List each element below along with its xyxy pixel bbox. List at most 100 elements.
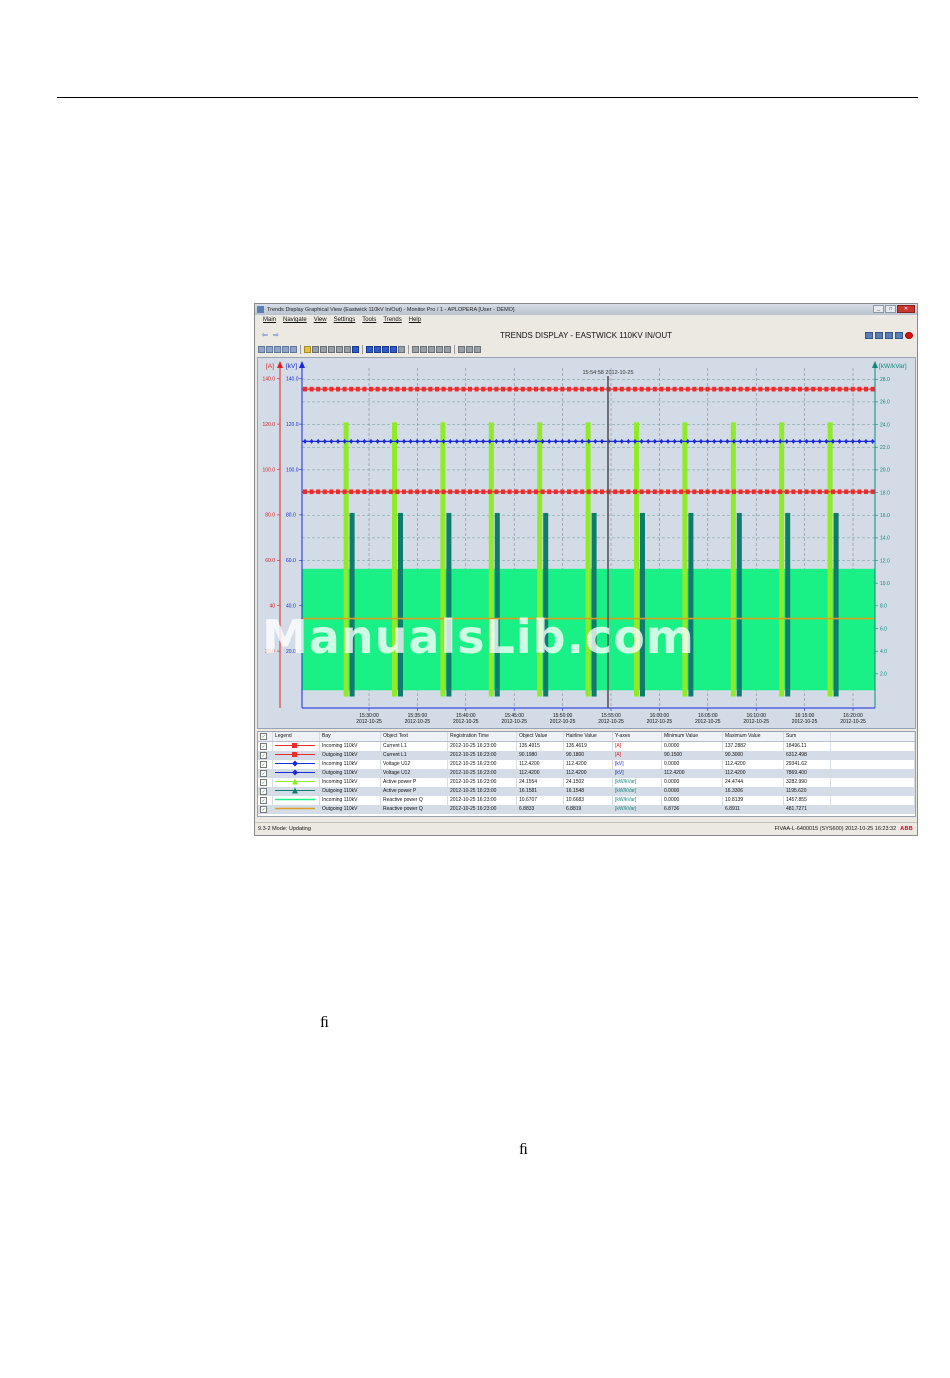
object-value-cell: 16.1581 — [516, 786, 564, 796]
table-row[interactable]: ✓ Incoming 110kV Current L1 2012-10-25 16:2… — [258, 741, 915, 751]
row-checkbox[interactable]: ✓ — [260, 778, 267, 786]
checkbox-cell[interactable]: ✓ — [258, 759, 273, 769]
table-row[interactable]: ✓ Incoming 110kV Voltage U12 2012-10-25 16:… — [258, 759, 915, 769]
table-row[interactable]: ✓ Outgoing 110kV Current L1 2012-10-25 16:2… — [258, 750, 915, 760]
active-power-outgoing-bar — [543, 512, 549, 697]
table-view-icon[interactable] — [282, 346, 289, 353]
table-row[interactable]: ✓ Outgoing 110kV Reactive power Q 2012-10-2… — [258, 804, 915, 814]
series-marker — [520, 489, 525, 495]
menu-view[interactable]: View — [314, 317, 327, 327]
alarm-indicator-icon[interactable] — [905, 332, 913, 339]
col-object-value[interactable]: Object Value — [516, 732, 564, 742]
reload-icon[interactable] — [266, 346, 273, 353]
trend-chart-svg[interactable]: [A] [kV] [kW/kVar] 140.0 120.0 100.0 80.0 60.0 4… — [258, 358, 915, 728]
series-marker — [712, 438, 717, 444]
series-marker — [573, 438, 578, 444]
zoom-reset-icon[interactable] — [444, 346, 451, 353]
play-icon[interactable] — [398, 346, 405, 353]
ligature-glyph: ﬁ — [519, 1141, 528, 1158]
row-checkbox[interactable]: ✓ — [260, 751, 267, 759]
row-checkbox[interactable]: ✓ — [260, 760, 267, 768]
find-icon[interactable] — [336, 346, 343, 353]
marker-icon[interactable] — [474, 346, 481, 353]
series-marker — [501, 386, 505, 392]
table-row[interactable]: ✓ Outgoing 110kV Active power P 2012-10-25 … — [258, 786, 915, 796]
row-checkbox[interactable]: ✓ — [260, 787, 267, 795]
table-row[interactable]: ✓ Outgoing 110kV Voltage U12 2012-10-25 16:… — [258, 768, 915, 778]
table-row[interactable]: ✓ Incoming 110kV Reactive power Q 2012-10-2… — [258, 795, 915, 805]
previous-icon[interactable] — [374, 346, 381, 353]
col-hairline-value[interactable]: Hairline Value — [563, 732, 613, 742]
help-icon[interactable] — [352, 346, 359, 353]
zoom-out-icon[interactable] — [420, 346, 427, 353]
zoom-in-icon[interactable] — [412, 346, 419, 353]
menu-tools[interactable]: Tools — [362, 317, 376, 327]
col-maximum-value[interactable]: Maximum Value — [722, 732, 784, 742]
print-icon[interactable] — [320, 346, 327, 353]
checkbox-cell[interactable]: ✓ — [258, 795, 273, 805]
series-marker — [771, 386, 776, 392]
series-marker — [712, 386, 717, 392]
table-row[interactable]: ✓ Incoming 110kV Active power P 2012-10-25 … — [258, 777, 915, 787]
print-display-icon[interactable] — [875, 332, 883, 339]
series-marker — [454, 489, 459, 495]
checkbox-cell[interactable]: ✓ — [258, 768, 273, 778]
event-list-icon[interactable] — [895, 332, 903, 339]
series-marker — [778, 489, 783, 495]
select-all-checkbox[interactable]: ✓ — [258, 732, 273, 742]
save-icon[interactable] — [312, 346, 319, 353]
status-mode: 9.3-2 Mode: Updating — [258, 826, 311, 832]
last-icon[interactable] — [390, 346, 397, 353]
maximize-button[interactable]: □ — [885, 305, 896, 313]
page-setup-icon[interactable] — [328, 346, 335, 353]
monitor-icon[interactable] — [865, 332, 873, 339]
series-marker — [355, 438, 360, 444]
series-marker — [593, 386, 598, 392]
menu-help[interactable]: Help — [409, 317, 421, 327]
col-legend[interactable]: Legend — [272, 732, 320, 742]
trend-chart[interactable]: [A] [kV] [kW/kVar] 140.0 120.0 100.0 80.0 60.0 4… — [257, 357, 916, 729]
menu-trends[interactable]: Trends — [383, 317, 401, 327]
series-marker — [666, 438, 670, 444]
refresh-icon[interactable] — [258, 346, 265, 353]
checkbox-cell[interactable]: ✓ — [258, 804, 273, 814]
col-minimum-value[interactable]: Minimum Value — [661, 732, 723, 742]
row-checkbox[interactable]: ✓ — [260, 742, 267, 750]
zoom-x-icon[interactable] — [428, 346, 435, 353]
hairline-icon[interactable] — [466, 346, 473, 353]
checkbox-cell[interactable]: ✓ — [258, 777, 273, 787]
checkbox-cell[interactable]: ✓ — [258, 741, 273, 751]
open-folder-icon[interactable] — [304, 346, 311, 353]
header-rule — [57, 97, 918, 98]
menu-main[interactable]: Main — [263, 317, 276, 327]
row-checkbox[interactable]: ✓ — [260, 805, 267, 813]
zoom-y-icon[interactable] — [436, 346, 443, 353]
checkbox-cell[interactable]: ✓ — [258, 750, 273, 760]
tick-label: 4.0 — [880, 649, 887, 655]
cursor-icon[interactable] — [458, 346, 465, 353]
filler-cell — [830, 786, 915, 796]
x-tick-date: 2012-10-25 — [647, 719, 673, 725]
menu-navigate[interactable]: Navigate — [283, 317, 307, 327]
close-button[interactable]: ✕ — [897, 305, 915, 313]
col-object-text[interactable]: Object Text — [380, 732, 448, 742]
graph-view-icon[interactable] — [290, 346, 297, 353]
next-icon[interactable] — [382, 346, 389, 353]
row-checkbox[interactable]: ✓ — [260, 796, 267, 804]
series-marker — [850, 438, 855, 444]
first-icon[interactable] — [366, 346, 373, 353]
col-y-axes[interactable]: Y-axes — [612, 732, 662, 742]
object-value-cell: 135.4915 — [516, 741, 564, 751]
series-marker — [732, 489, 736, 495]
series-marker — [652, 386, 657, 392]
minimize-button[interactable]: _ — [873, 305, 884, 313]
alarm-list-icon[interactable] — [885, 332, 893, 339]
menu-settings[interactable]: Settings — [334, 317, 356, 327]
settings-icon[interactable] — [344, 346, 351, 353]
checkbox-cell[interactable]: ✓ — [258, 786, 273, 796]
row-checkbox[interactable]: ✓ — [260, 769, 267, 777]
export-icon[interactable] — [274, 346, 281, 353]
col-registration-time[interactable]: Registration Time — [447, 732, 517, 742]
col-sum[interactable]: Sum — [783, 732, 831, 742]
col-bay[interactable]: Bay — [319, 732, 381, 742]
